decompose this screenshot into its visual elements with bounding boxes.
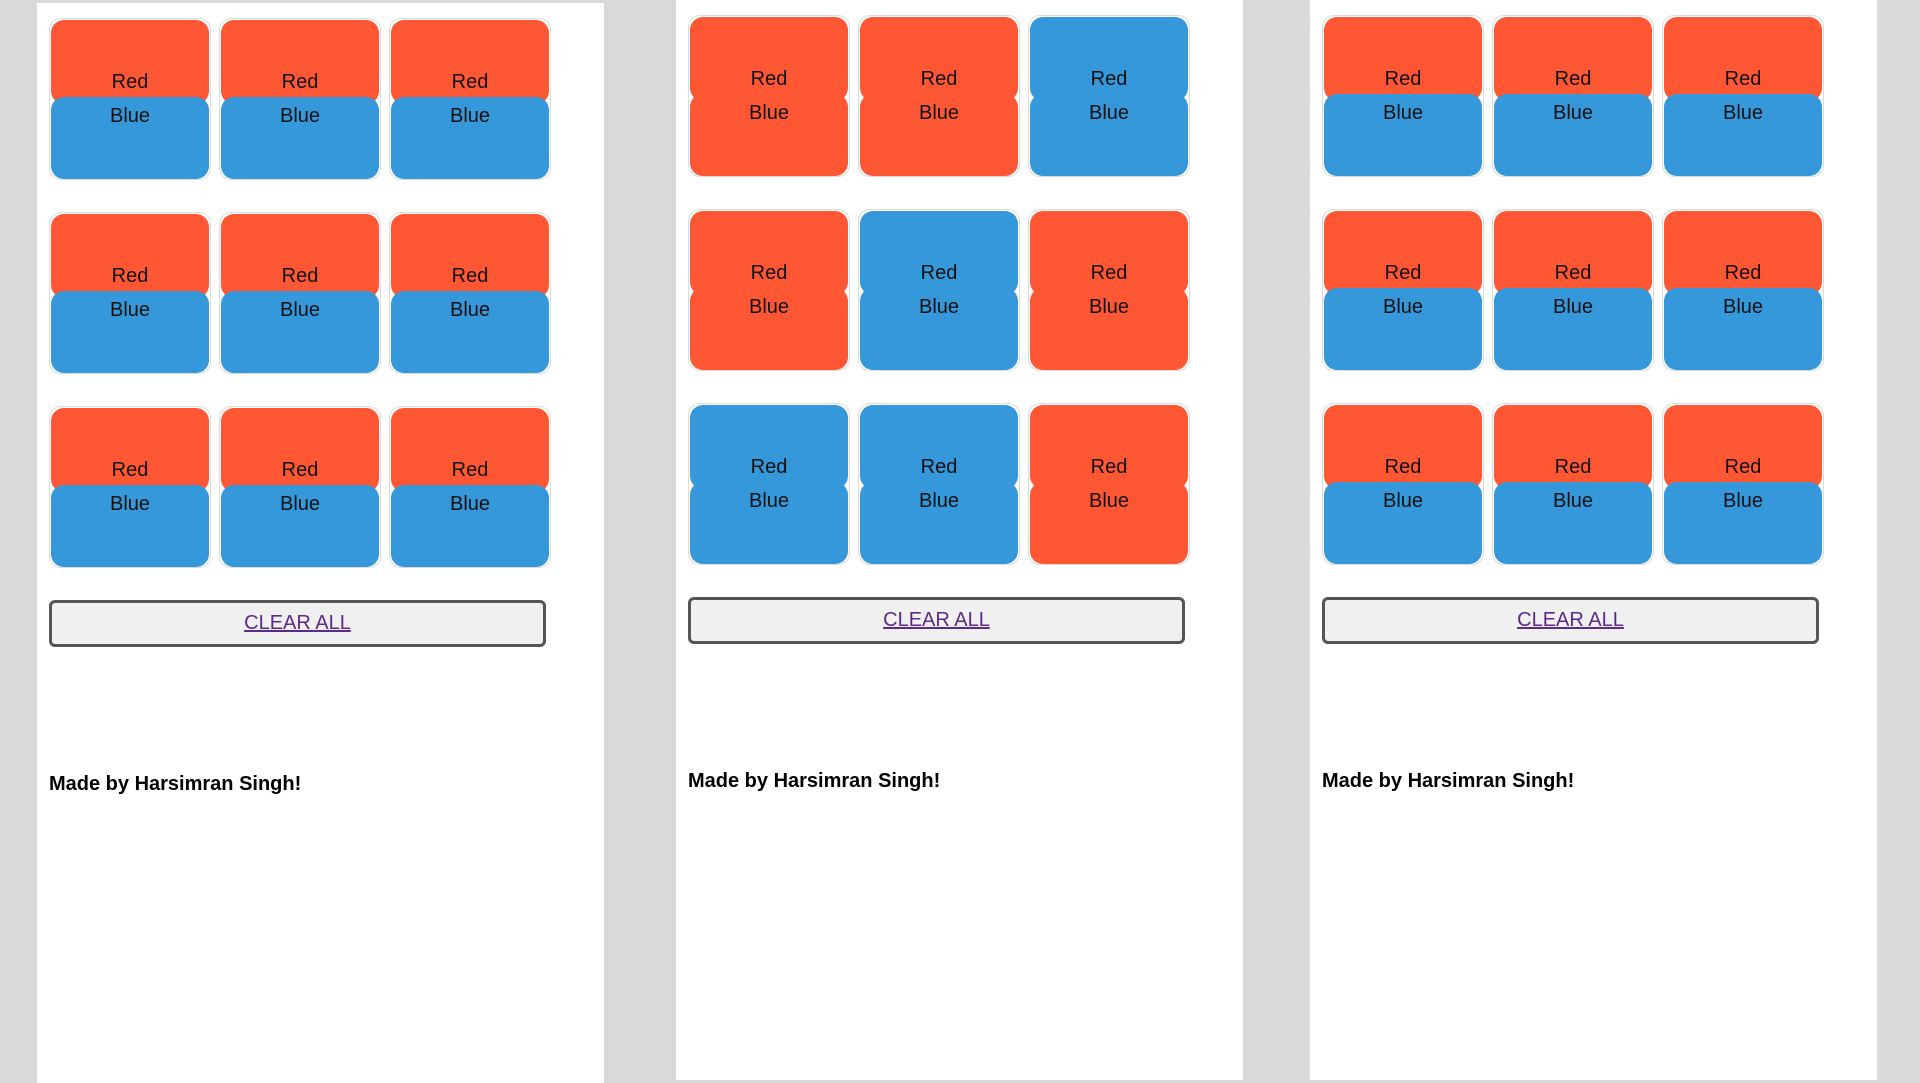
- red-toggle-button[interactable]: Red: [860, 405, 1018, 489]
- clear-all-button[interactable]: CLEAR ALL: [1322, 597, 1819, 644]
- blue-toggle-button[interactable]: Blue: [221, 291, 379, 373]
- red-toggle-button[interactable]: Red: [221, 214, 379, 298]
- panel-1: Red Blue Red Blue Red Blue Red Blue Red Blue Red Bl…: [37, 3, 604, 1083]
- blue-toggle-button[interactable]: Blue: [51, 291, 209, 373]
- blue-toggle-button[interactable]: Blue: [391, 97, 549, 179]
- grid-cell: Red Blue: [1322, 15, 1484, 177]
- red-toggle-button[interactable]: Red: [1664, 211, 1822, 295]
- blue-toggle-button[interactable]: Blue: [690, 482, 848, 564]
- grid-cell: Red Blue: [1322, 403, 1484, 565]
- red-toggle-button[interactable]: Red: [1494, 211, 1652, 295]
- grid-cell: Red Blue: [49, 212, 211, 374]
- grid-cell: Red Blue: [1492, 209, 1654, 371]
- panel-3: Red Blue Red Blue Red Blue Red Blue Red Blue Red Bl…: [1310, 0, 1877, 1080]
- blue-toggle-button[interactable]: Blue: [1030, 288, 1188, 370]
- clear-all-button[interactable]: CLEAR ALL: [49, 600, 546, 647]
- red-toggle-button[interactable]: Red: [1030, 405, 1188, 489]
- grid-cell: Red Blue: [1662, 403, 1824, 565]
- grid-cell: Red Blue: [1492, 403, 1654, 565]
- grid-cell: Red Blue: [219, 212, 381, 374]
- blue-toggle-button[interactable]: Blue: [51, 485, 209, 567]
- blue-toggle-button[interactable]: Blue: [221, 485, 379, 567]
- blue-toggle-button[interactable]: Blue: [1324, 482, 1482, 564]
- red-toggle-button[interactable]: Red: [690, 17, 848, 101]
- blue-toggle-button[interactable]: Blue: [690, 94, 848, 176]
- grid-cell: Red Blue: [49, 18, 211, 180]
- grid-cell: Red Blue: [49, 406, 211, 568]
- grid-cell: Red Blue: [1662, 209, 1824, 371]
- grid-cell: Red Blue: [389, 212, 551, 374]
- blue-toggle-button[interactable]: Blue: [51, 97, 209, 179]
- red-toggle-button[interactable]: Red: [860, 211, 1018, 295]
- blue-toggle-button[interactable]: Blue: [860, 482, 1018, 564]
- blue-toggle-button[interactable]: Blue: [690, 288, 848, 370]
- grid-cell: Red Blue: [858, 15, 1020, 177]
- red-toggle-button[interactable]: Red: [690, 211, 848, 295]
- grid-cell: Red Blue: [219, 406, 381, 568]
- blue-toggle-button[interactable]: Blue: [1030, 94, 1188, 176]
- grid-cell: Red Blue: [1322, 209, 1484, 371]
- blue-toggle-button[interactable]: Blue: [860, 94, 1018, 176]
- blue-toggle-button[interactable]: Blue: [391, 485, 549, 567]
- blue-toggle-button[interactable]: Blue: [1494, 482, 1652, 564]
- grid-cell: Red Blue: [688, 403, 850, 565]
- red-toggle-button[interactable]: Red: [1324, 17, 1482, 101]
- blue-toggle-button[interactable]: Blue: [1494, 94, 1652, 176]
- grid-cell: Red Blue: [858, 403, 1020, 565]
- panel-2: Red Blue Red Blue Red Blue Red Blue Red Blue Red Bl…: [676, 0, 1243, 1080]
- grid-cell: Red Blue: [858, 209, 1020, 371]
- red-toggle-button[interactable]: Red: [221, 408, 379, 492]
- grid-cell: Red Blue: [1028, 15, 1190, 177]
- blue-toggle-button[interactable]: Blue: [1494, 288, 1652, 370]
- credit-text: Made by Harsimran Singh!: [1322, 770, 1575, 792]
- clear-all-button[interactable]: CLEAR ALL: [688, 597, 1185, 644]
- red-toggle-button[interactable]: Red: [1324, 405, 1482, 489]
- blue-toggle-button[interactable]: Blue: [1664, 482, 1822, 564]
- red-toggle-button[interactable]: Red: [1030, 211, 1188, 295]
- red-toggle-button[interactable]: Red: [51, 214, 209, 298]
- grid-cell: Red Blue: [389, 406, 551, 568]
- blue-toggle-button[interactable]: Blue: [860, 288, 1018, 370]
- red-toggle-button[interactable]: Red: [51, 408, 209, 492]
- red-toggle-button[interactable]: Red: [51, 20, 209, 104]
- red-toggle-button[interactable]: Red: [1664, 405, 1822, 489]
- credit-text: Made by Harsimran Singh!: [49, 773, 302, 795]
- grid-cell: Red Blue: [688, 15, 850, 177]
- blue-toggle-button[interactable]: Blue: [221, 97, 379, 179]
- grid-cell: Red Blue: [1662, 15, 1824, 177]
- red-toggle-button[interactable]: Red: [1494, 17, 1652, 101]
- blue-toggle-button[interactable]: Blue: [1664, 288, 1822, 370]
- grid-cell: Red Blue: [389, 18, 551, 180]
- red-toggle-button[interactable]: Red: [391, 214, 549, 298]
- grid-cell: Red Blue: [1492, 15, 1654, 177]
- grid-cell: Red Blue: [1028, 209, 1190, 371]
- grid-cell: Red Blue: [1028, 403, 1190, 565]
- blue-toggle-button[interactable]: Blue: [1324, 288, 1482, 370]
- blue-toggle-button[interactable]: Blue: [1030, 482, 1188, 564]
- red-toggle-button[interactable]: Red: [391, 20, 549, 104]
- red-toggle-button[interactable]: Red: [1030, 17, 1188, 101]
- blue-toggle-button[interactable]: Blue: [391, 291, 549, 373]
- red-toggle-button[interactable]: Red: [221, 20, 379, 104]
- grid-cell: Red Blue: [688, 209, 850, 371]
- red-toggle-button[interactable]: Red: [690, 405, 848, 489]
- red-toggle-button[interactable]: Red: [1494, 405, 1652, 489]
- credit-text: Made by Harsimran Singh!: [688, 770, 941, 792]
- red-toggle-button[interactable]: Red: [1664, 17, 1822, 101]
- red-toggle-button[interactable]: Red: [391, 408, 549, 492]
- blue-toggle-button[interactable]: Blue: [1664, 94, 1822, 176]
- red-toggle-button[interactable]: Red: [860, 17, 1018, 101]
- red-toggle-button[interactable]: Red: [1324, 211, 1482, 295]
- grid-cell: Red Blue: [219, 18, 381, 180]
- blue-toggle-button[interactable]: Blue: [1324, 94, 1482, 176]
